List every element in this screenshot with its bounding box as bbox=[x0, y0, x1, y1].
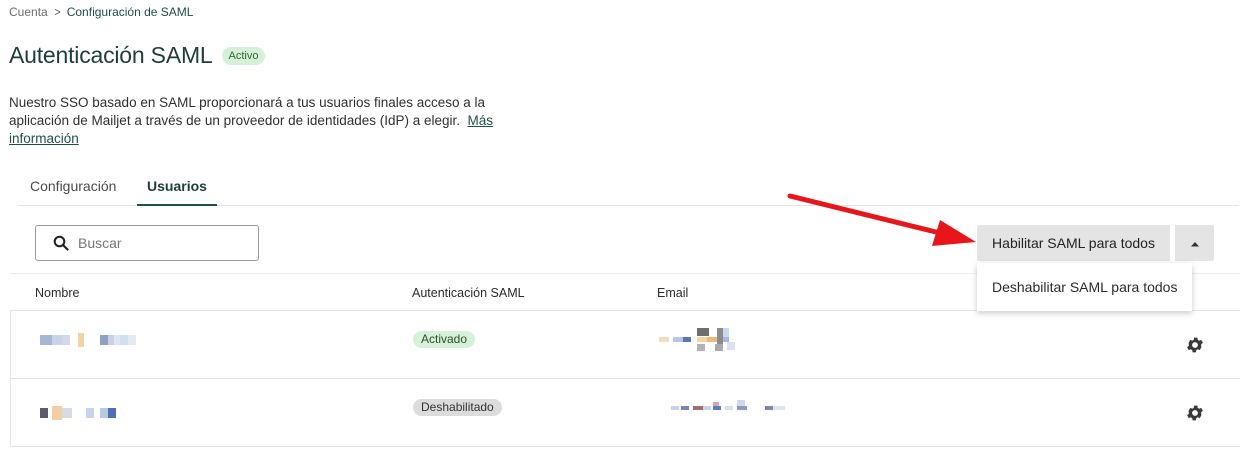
user-name-redacted bbox=[40, 333, 136, 347]
column-header-saml[interactable]: Autenticación SAML bbox=[412, 286, 525, 300]
page-title: Autenticación SAML bbox=[9, 42, 213, 68]
user-settings-gear-icon[interactable] bbox=[1185, 335, 1205, 355]
disable-saml-all-menu-item[interactable]: Deshabilitar SAML para todos bbox=[977, 279, 1192, 295]
enable-saml-all-button[interactable]: Habilitar SAML para todos bbox=[977, 225, 1170, 261]
page-description: Nuestro SSO basado en SAML proporcionará… bbox=[9, 94, 519, 148]
search-box[interactable] bbox=[35, 225, 259, 261]
caret-up-icon bbox=[1190, 234, 1200, 252]
enable-saml-dropdown-menu: Deshabilitar SAML para todos bbox=[977, 263, 1192, 311]
enable-saml-dropdown-toggle[interactable] bbox=[1175, 225, 1214, 261]
table-row: Activado bbox=[10, 311, 1240, 379]
title-row: Autenticación SAML Activo bbox=[9, 42, 266, 69]
status-badge: Activo bbox=[221, 46, 266, 65]
user-settings-gear-icon[interactable] bbox=[1185, 403, 1205, 423]
saml-status-badge: Activado bbox=[413, 331, 476, 348]
user-email-redacted bbox=[659, 328, 771, 359]
breadcrumb-cuenta-link[interactable]: Cuenta bbox=[9, 5, 48, 19]
saml-status-badge: Deshabilitado bbox=[413, 399, 502, 416]
tab-bar: Configuración Usuarios bbox=[18, 177, 1239, 206]
description-text: Nuestro SSO basado en SAML proporcionará… bbox=[9, 95, 486, 128]
tab-usuarios[interactable]: Usuarios bbox=[137, 177, 217, 206]
tab-configuracion[interactable]: Configuración bbox=[30, 177, 116, 206]
user-name-redacted bbox=[40, 406, 116, 420]
user-email-redacted bbox=[671, 400, 793, 421]
breadcrumb: Cuenta > Configuración de SAML bbox=[9, 5, 193, 19]
table-row: Deshabilitado bbox=[10, 379, 1240, 447]
search-icon bbox=[46, 226, 76, 260]
column-header-name[interactable]: Nombre bbox=[35, 286, 79, 300]
saml-users-page: Cuenta > Configuración de SAML Autentica… bbox=[0, 0, 1247, 464]
column-header-email[interactable]: Email bbox=[657, 286, 688, 300]
search-input[interactable] bbox=[78, 235, 248, 251]
breadcrumb-current: Configuración de SAML bbox=[66, 5, 194, 19]
breadcrumb-separator: > bbox=[54, 5, 61, 19]
